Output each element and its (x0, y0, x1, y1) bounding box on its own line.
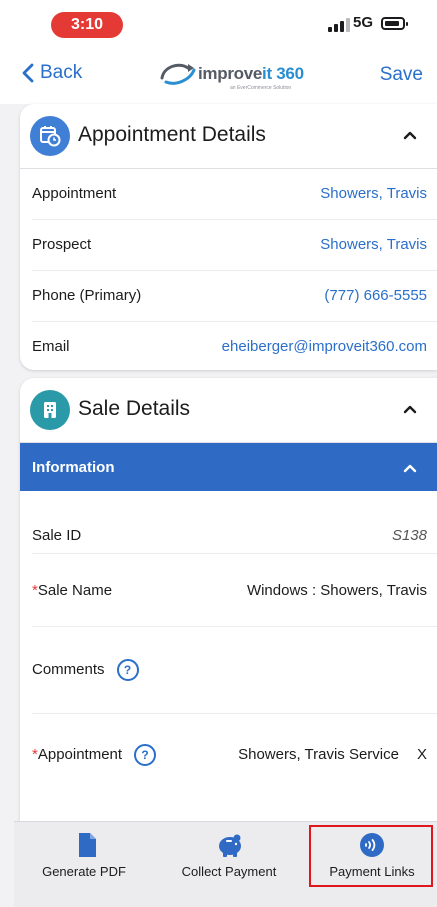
logo-subtitle: an EverCommerce Solution (230, 85, 292, 91)
signal-icon (328, 18, 350, 32)
help-circle-icon[interactable]: ? (116, 659, 139, 681)
bottom-toolbar: Generate PDF Collect Payment Payment Lin… (14, 821, 437, 907)
information-label: Information (32, 459, 115, 476)
comments-row[interactable]: Comments? (32, 627, 437, 714)
sale-name-label: *Sale Name (32, 582, 113, 599)
contactless-payment-icon (360, 833, 384, 857)
appointment-link[interactable]: Showers, Travis (320, 185, 427, 202)
generate-pdf-button[interactable]: Generate PDF (14, 822, 154, 897)
appointment-details-title: Appointment Details (78, 123, 266, 146)
back-label: Back (40, 62, 83, 83)
appointment-field-row[interactable]: *Appointment? Showers, Travis Service X (32, 714, 437, 786)
phone-label: Phone (Primary) (32, 287, 142, 304)
email-label: Email (32, 338, 70, 355)
chevron-up-icon[interactable] (403, 404, 417, 414)
payment-links-label: Payment Links (329, 864, 415, 879)
appointment-details-card: Appointment Details Appointment Showers,… (20, 104, 437, 370)
phone-link[interactable]: (777) 666-5555 (324, 287, 427, 304)
appointment-field-value: Showers, Travis Service X (238, 746, 427, 763)
chevron-left-icon (22, 63, 34, 83)
sale-details-header[interactable]: Sale Details (20, 378, 437, 443)
back-button[interactable]: Back (22, 62, 82, 84)
improveit360-logo: improveit 360 an EverCommerce Solution (158, 58, 308, 92)
comments-label: Comments? (32, 659, 139, 681)
sale-name-row[interactable]: *Sale Name Windows : Showers, Travis (32, 562, 437, 627)
status-time: 3:10 (51, 12, 123, 38)
help-circle-icon[interactable]: ? (134, 744, 157, 766)
appointment-label: Appointment (32, 185, 117, 202)
prospect-label: Prospect (32, 236, 92, 253)
sale-details-card: Sale Details Information Sale ID S138 *S… (20, 378, 437, 821)
piggy-bank-icon (219, 834, 241, 857)
appointment-field-label: *Appointment? (32, 744, 157, 766)
sale-id-value: S138 (391, 527, 427, 544)
email-row: Email eheiberger@improveit360.com (32, 322, 437, 372)
appointment-row: Appointment Showers, Travis (32, 169, 437, 220)
save-button[interactable]: Save (380, 64, 423, 86)
chevron-up-icon[interactable] (403, 463, 417, 473)
building-icon (30, 390, 70, 430)
sale-details-title: Sale Details (78, 397, 191, 420)
appointment-details-header[interactable]: Appointment Details (20, 104, 437, 169)
sale-name-value[interactable]: Windows : Showers, Travis (247, 582, 427, 599)
document-icon (79, 833, 96, 857)
prospect-row: Prospect Showers, Travis (32, 220, 437, 271)
collect-payment-button[interactable]: Collect Payment (164, 822, 294, 897)
payment-links-button[interactable]: Payment Links (310, 822, 434, 897)
clear-icon[interactable]: X (417, 746, 427, 763)
sale-id-label: Sale ID (32, 527, 82, 544)
collect-payment-label: Collect Payment (181, 864, 277, 879)
status-bar: 3:10 5G (0, 0, 437, 44)
phone-row: Phone (Primary) (777) 666-5555 (32, 271, 437, 322)
generate-pdf-label: Generate PDF (42, 864, 126, 879)
email-link[interactable]: eheiberger@improveit360.com (222, 338, 427, 355)
sale-id-row: Sale ID S138 (32, 491, 437, 554)
network-label: 5G (353, 14, 374, 31)
prospect-link[interactable]: Showers, Travis (320, 236, 427, 253)
logo-wordmark: improveit 360 (198, 64, 304, 83)
calendar-clock-icon (30, 116, 70, 156)
nav-bar: Back improveit 360 an EverCommerce Solut… (0, 44, 437, 104)
chevron-up-icon[interactable] (403, 130, 417, 140)
information-section-header[interactable]: Information (20, 443, 437, 491)
battery-icon (381, 17, 408, 30)
logo-swirl-icon (160, 63, 196, 85)
